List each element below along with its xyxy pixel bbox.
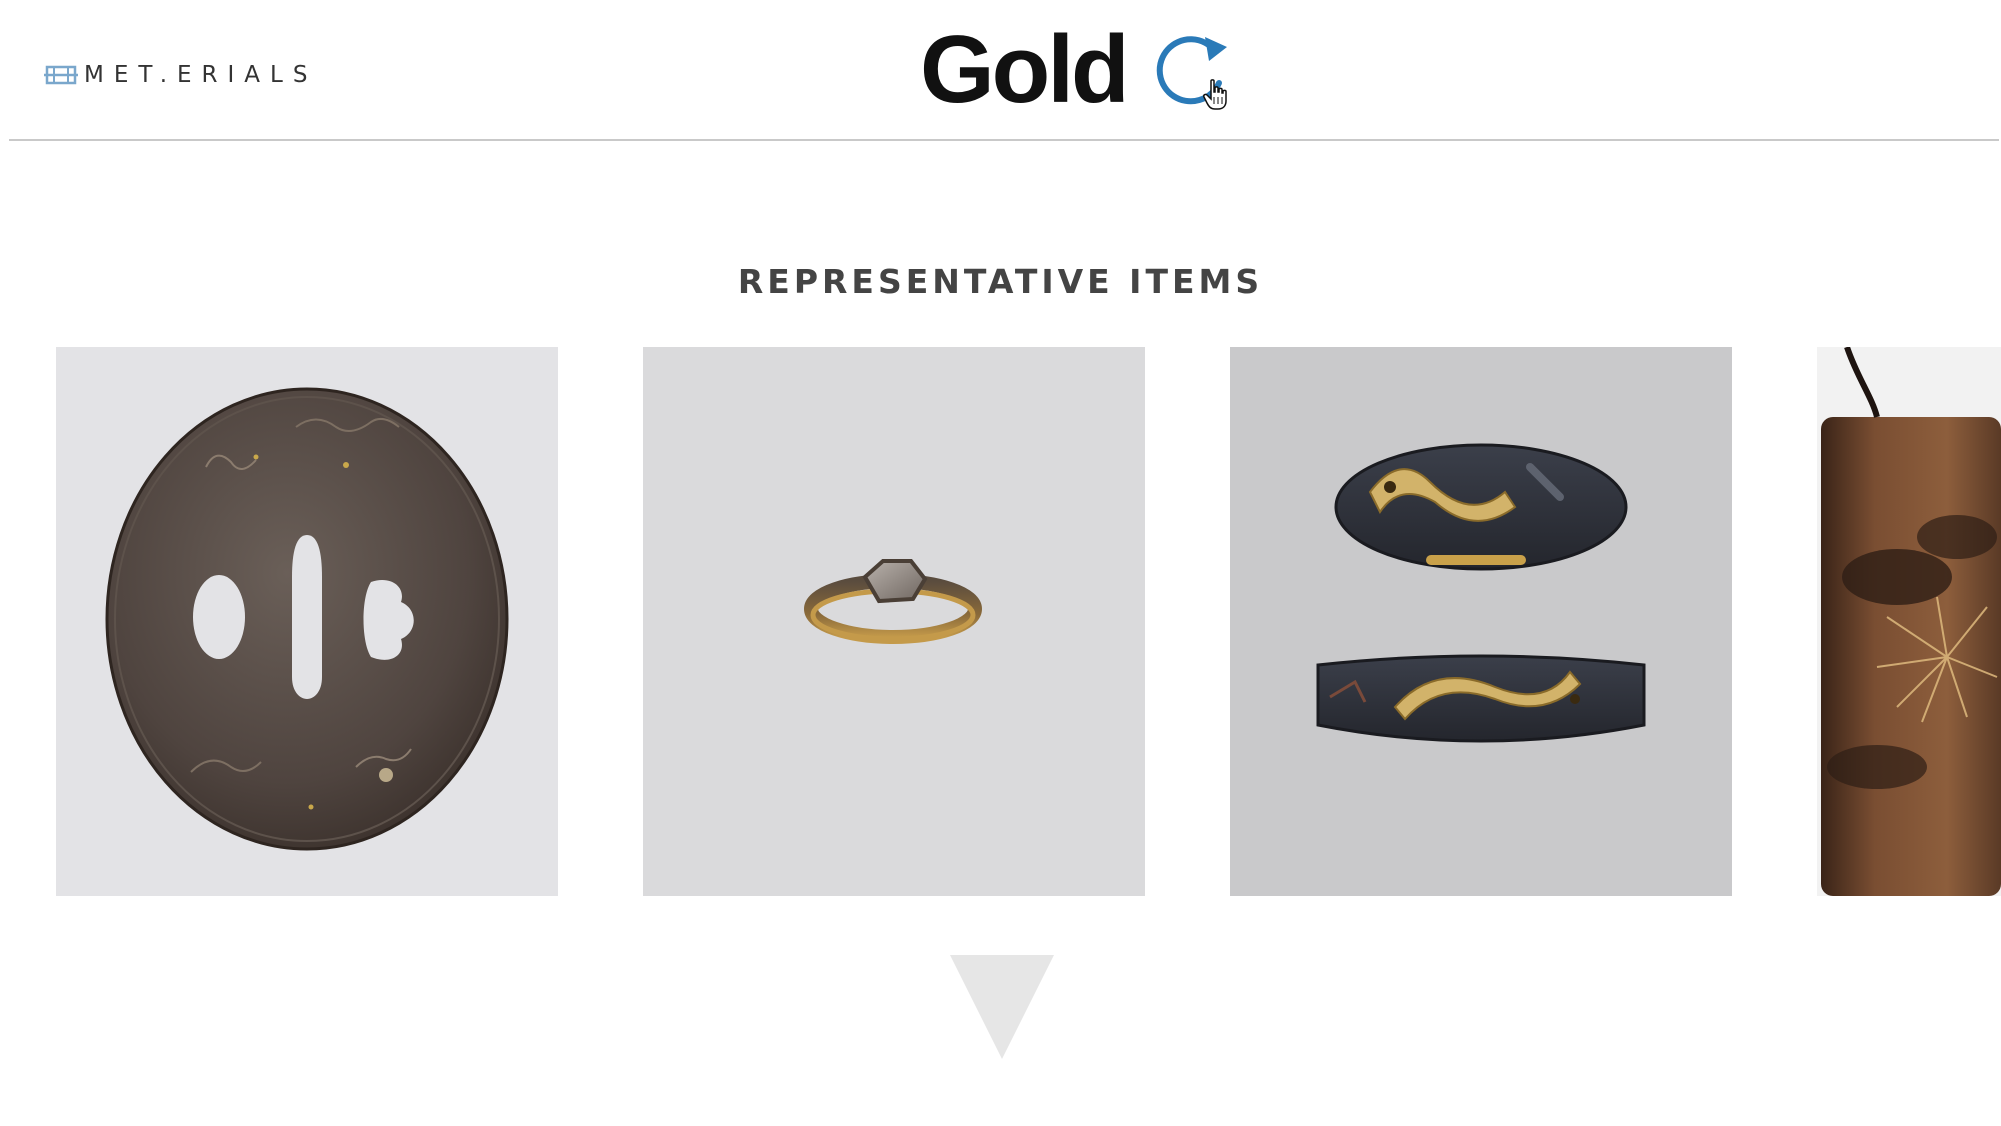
- item-card-tsuba[interactable]: [56, 347, 558, 896]
- site-logo[interactable]: MET.ERIALS: [44, 62, 317, 88]
- scroll-down-button[interactable]: [950, 955, 1054, 1059]
- ring-image: [804, 559, 982, 644]
- refresh-button[interactable]: [1149, 29, 1231, 111]
- fuchi-kashira-carp-image: [1316, 443, 1646, 743]
- item-card-fuchi-kashira[interactable]: [1230, 347, 1732, 896]
- triangle-down-icon: [950, 955, 1054, 1059]
- item-card-inro[interactable]: [1817, 347, 2001, 896]
- title-group: Gold: [920, 22, 1231, 118]
- film-strip-icon: [44, 62, 78, 88]
- page: MET.ERIALS Gold REPRESENTATIVE ITEMS: [0, 0, 2001, 1126]
- header-divider: [9, 139, 1999, 141]
- hand-pointer-icon: [1202, 79, 1229, 111]
- section-heading: REPRESENTATIVE ITEMS: [737, 262, 1264, 301]
- page-title: Gold: [920, 16, 1130, 123]
- item-card-ring[interactable]: [643, 347, 1145, 896]
- tsuba-image: [105, 387, 509, 851]
- inro-image: [1817, 347, 2001, 896]
- logo-text: MET.ERIALS: [84, 62, 318, 88]
